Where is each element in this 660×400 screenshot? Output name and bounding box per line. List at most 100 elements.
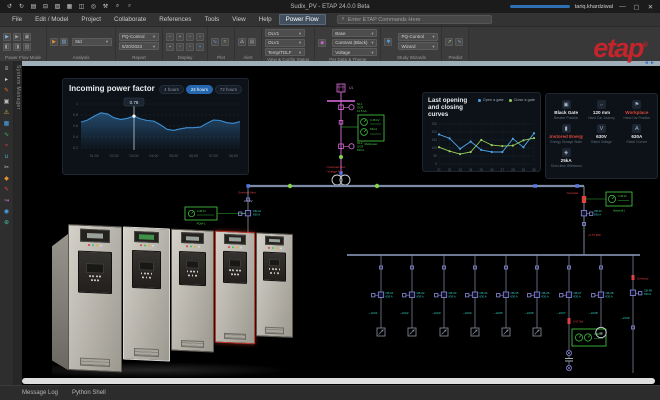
combo-std[interactable]: Std▼ xyxy=(72,38,112,46)
feeder-4[interactable]: CB-04630 A~LV04 xyxy=(463,255,488,336)
menu-icon[interactable]: ≡ xyxy=(2,64,11,73)
system-manager-tab[interactable]: System Manager xyxy=(15,65,21,110)
run-alt-icon[interactable]: ▶ xyxy=(13,33,21,41)
range-button-72-hours[interactable]: 72 hours xyxy=(215,85,242,94)
avg-icon[interactable]: ▫ xyxy=(196,33,204,41)
close-button[interactable]: ✕ xyxy=(646,3,655,11)
menu-item-collaborate[interactable]: Collaborate xyxy=(108,15,152,24)
warning-icon[interactable]: ⚠ xyxy=(2,108,11,117)
gear-icon[interactable]: ✱ xyxy=(384,38,392,46)
combo-5-20-2023[interactable]: 5/20/2023▼ xyxy=(119,42,159,50)
zoom-in-icon[interactable]: ⌕ xyxy=(113,2,122,11)
tab-power-flow[interactable]: Power Flow xyxy=(279,14,326,25)
menu-item-file[interactable]: File xyxy=(6,15,28,24)
kva-icon[interactable]: ▫ xyxy=(166,33,174,41)
camera-icon[interactable]: ▣ xyxy=(2,97,11,106)
command-search[interactable]: ⌕ Enter ETAP Commands Here xyxy=(337,15,492,24)
globe-icon[interactable]: ⊕ xyxy=(2,218,11,227)
lv-incomer[interactable]: OverloadCB-IN630 A+0.57 MW0.48 kVNetwork… xyxy=(567,186,632,255)
mode-a-icon[interactable]: ◧ xyxy=(3,43,11,51)
status-tab-python-shell[interactable]: Python Shell xyxy=(72,390,106,396)
feeder-3[interactable]: CB-03630 A~LV03 xyxy=(432,255,457,336)
feeder-7[interactable]: CB-07630 A~LV074.57 kW0.48 kV xyxy=(557,255,606,371)
contingency-icon[interactable]: ▣ xyxy=(23,33,31,41)
select-icon[interactable]: ▸ xyxy=(2,75,11,84)
node-icon[interactable]: ◉ xyxy=(2,207,11,216)
loop-icon[interactable]: ∪ xyxy=(2,152,11,161)
feeder-right[interactable]: OverloadCB-09630 A~LV09 xyxy=(621,255,652,373)
cabinet-1[interactable] xyxy=(68,224,122,372)
menu-item-tools[interactable]: Tools xyxy=(198,15,225,24)
pulse-icon[interactable]: ≈ xyxy=(2,141,11,150)
image-icon[interactable]: ▦ xyxy=(65,2,74,11)
cabinet-2[interactable] xyxy=(123,227,170,362)
feeder-5[interactable]: CB-05630 A~LV05 xyxy=(494,255,519,336)
analysis-icon[interactable]: ▶ xyxy=(50,38,58,46)
mode-c-icon[interactable]: ▥ xyxy=(23,43,31,51)
cabinet-4[interactable] xyxy=(215,231,255,345)
mode-b-icon[interactable]: ◨ xyxy=(13,43,21,51)
combo-voltage[interactable]: Voltage▼ xyxy=(332,48,377,56)
combo-wizard[interactable]: Wizard▼ xyxy=(398,42,438,50)
wrench-icon[interactable]: ⚒ xyxy=(101,2,110,11)
status-tab-message-log[interactable]: Message Log xyxy=(22,390,58,396)
horizontal-scrollbar[interactable] xyxy=(22,378,655,384)
marker-icon[interactable]: ✎ xyxy=(2,185,11,194)
pin-icon[interactable]: ◎ xyxy=(89,2,98,11)
run-pf-icon[interactable]: ▶ xyxy=(3,33,11,41)
menu-item-edit-model[interactable]: Edit / Model xyxy=(29,15,74,24)
save-icon[interactable]: ▤ xyxy=(29,2,38,11)
redo-icon[interactable]: ↻ xyxy=(17,2,26,11)
feeder-1[interactable]: CB-01630 A~LV01 xyxy=(369,255,394,336)
cabinet-5[interactable] xyxy=(256,232,293,338)
undo-icon[interactable]: ↺ xyxy=(5,2,14,11)
combo-olv1[interactable]: OLV1▼ xyxy=(265,29,305,37)
colors-icon[interactable]: ▪ xyxy=(196,43,204,51)
plot-icon[interactable]: ∿ xyxy=(211,38,219,46)
chart-icon[interactable]: ▦ xyxy=(2,119,11,128)
cut-icon[interactable]: ✂ xyxy=(2,163,11,172)
spark-icon[interactable]: ◆ xyxy=(2,174,11,183)
range-button-24-hours[interactable]: 24 hours xyxy=(186,85,213,94)
curve-icon[interactable]: ≈ xyxy=(221,38,229,46)
chart-icon[interactable]: ▥ xyxy=(60,38,68,46)
combo-pq-control[interactable]: PQ-Control▼ xyxy=(398,33,438,41)
combo-base[interactable]: Base▼ xyxy=(332,29,377,37)
combo-pq-control[interactable]: PQ-Control▼ xyxy=(119,33,159,41)
ll-icon[interactable]: ▫ xyxy=(186,33,194,41)
feeder-8[interactable]: CB-08630 A~LV08M xyxy=(589,255,614,338)
pen-icon[interactable]: ✎ xyxy=(2,86,11,95)
alert-list-icon[interactable]: ▤ xyxy=(248,38,256,46)
minimize-button[interactable]: — xyxy=(618,3,627,10)
layout-icon[interactable]: ◫ xyxy=(77,2,86,11)
print-icon[interactable]: ⊟ xyxy=(41,2,50,11)
switchgear-3d-view[interactable] xyxy=(52,226,292,378)
play-icon[interactable]: ◄ ► xyxy=(644,61,655,66)
incomer-breaker[interactable]: 52-2OCR630 A! Overload Alert! Voltage Al… xyxy=(326,141,364,174)
oneline-canvas[interactable]: ◄ ► U152-1OCR12.5 kA0.48 kV630 AMultimet… xyxy=(22,61,660,385)
curve-icon[interactable]: ↝ xyxy=(2,196,11,205)
cabinet-3[interactable] xyxy=(171,229,214,353)
maximize-button[interactable]: ▢ xyxy=(632,3,641,11)
menu-item-references[interactable]: References xyxy=(153,15,197,24)
units-icon[interactable]: ▫ xyxy=(176,43,184,51)
combo-contrast-black-[interactable]: Contrast (Black)▼ xyxy=(332,39,377,47)
flow-icon[interactable]: ▪ xyxy=(166,43,174,51)
open-icon[interactable]: ▨ xyxy=(53,2,62,11)
combo-olv1[interactable]: OLV1▼ xyxy=(265,39,305,47)
decimals-icon[interactable]: ▫ xyxy=(186,43,194,51)
combo-temp-tdlf[interactable]: Temp/TDLF▼ xyxy=(265,48,305,56)
menu-item-project[interactable]: Project xyxy=(75,15,107,24)
range-button-4-hours[interactable]: 4 hours xyxy=(159,85,184,94)
wave-icon[interactable]: ∿ xyxy=(2,130,11,139)
menu-item-help[interactable]: Help xyxy=(253,15,278,24)
menu-item-view[interactable]: View xyxy=(226,15,252,24)
kw-icon[interactable]: ▪ xyxy=(176,33,184,41)
zoom-out-icon[interactable]: ⌕ xyxy=(125,2,134,11)
feeder-2[interactable]: CB-02630 A~LV02 xyxy=(400,255,425,336)
forecast-icon[interactable]: ∿ xyxy=(455,38,463,46)
feeder-6[interactable]: CB-06630 A~LV06 xyxy=(525,255,550,336)
predict-icon[interactable]: ↗ xyxy=(445,38,453,46)
palette-icon[interactable]: ◉ xyxy=(318,39,326,47)
alert-icon[interactable]: ⚠ xyxy=(238,38,246,46)
